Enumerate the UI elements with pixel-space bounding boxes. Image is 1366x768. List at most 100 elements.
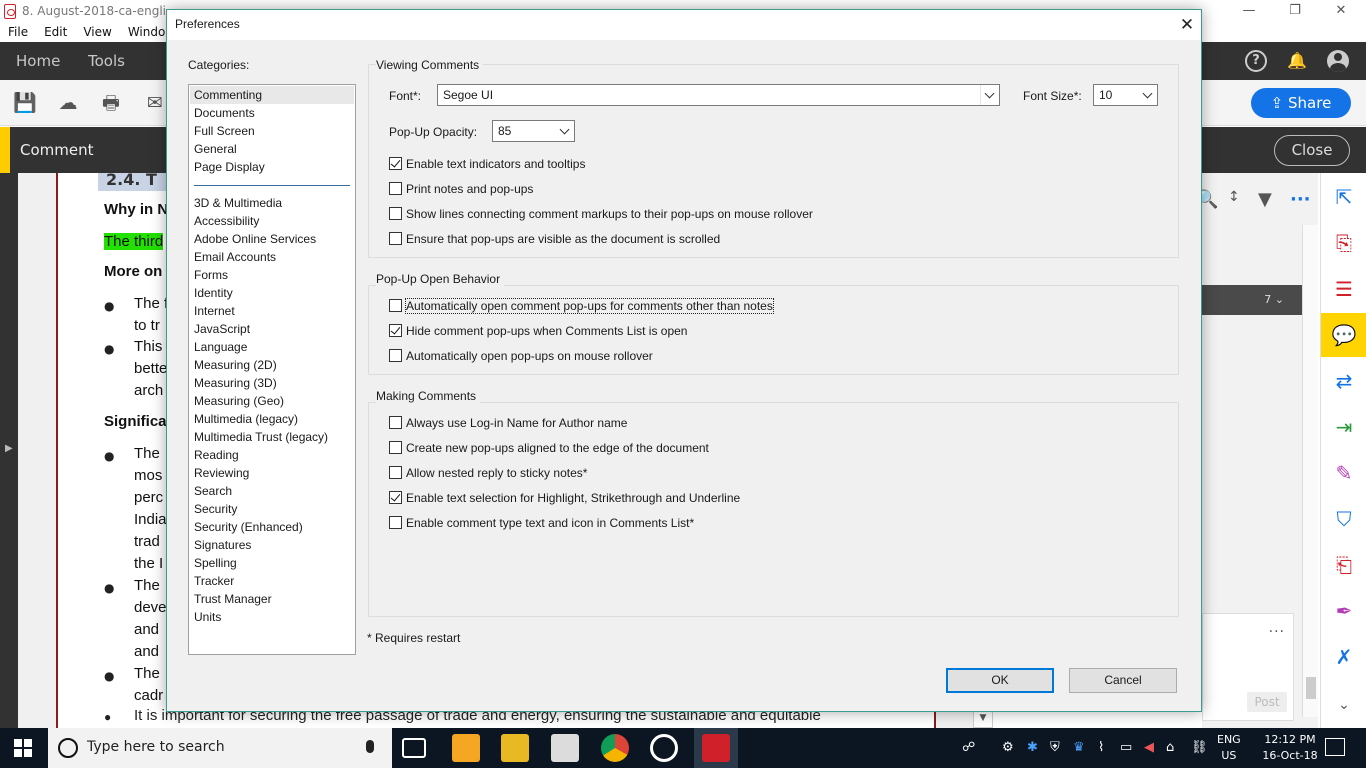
tray-app-icon[interactable]: ⛓ [1191, 740, 1208, 755]
reply-options-icon[interactable]: ··· [1269, 624, 1285, 640]
certificates-icon[interactable]: ✗ [1321, 635, 1366, 679]
category-item[interactable]: Accessibility [190, 212, 354, 230]
send-for-comments-icon[interactable]: ⇄ [1321, 359, 1366, 403]
restore-button[interactable]: ❐ [1272, 0, 1318, 22]
people-icon[interactable]: ☍ [962, 740, 975, 755]
category-item[interactable]: Language [190, 338, 354, 356]
checkbox-unchecked[interactable] [389, 516, 402, 529]
more-options-icon[interactable]: ··· [1290, 189, 1311, 210]
expand-left-pane-icon[interactable]: ▶ [5, 443, 13, 454]
tray-app-icon[interactable]: ⚙ [1002, 740, 1014, 755]
font-size-select[interactable]: 10 [1093, 84, 1158, 106]
category-item[interactable]: Trust Manager [190, 590, 354, 608]
category-item[interactable]: Full Screen [190, 122, 354, 140]
categories-list[interactable]: Commenting Documents Full Screen General Pag… [188, 84, 356, 655]
category-item[interactable]: Commenting [190, 86, 354, 104]
notifications-bell-icon[interactable]: 🔔 [1286, 50, 1308, 72]
font-select[interactable]: Segoe UI [437, 84, 1000, 106]
checkbox-unchecked[interactable] [389, 349, 402, 362]
checkbox-unchecked[interactable] [389, 416, 402, 429]
action-center-icon[interactable] [1325, 738, 1345, 756]
checkbox-unchecked[interactable] [389, 232, 402, 245]
category-item[interactable]: Adobe Online Services [190, 230, 354, 248]
save-icon[interactable]: 💾 [13, 91, 37, 115]
microphone-icon[interactable] [366, 740, 374, 753]
upload-cloud-icon[interactable]: ☁ [56, 91, 80, 115]
chrome-icon[interactable] [601, 734, 629, 762]
category-item[interactable]: Internet [190, 302, 354, 320]
export-pdf-icon[interactable]: ⇱ [1321, 175, 1366, 219]
category-item[interactable]: Email Accounts [190, 248, 354, 266]
taskbar-search-box[interactable]: Type here to search [48, 728, 392, 768]
tray-app-icon[interactable]: ⛨ [1050, 740, 1060, 755]
category-item[interactable]: Units [190, 608, 354, 626]
wifi-icon[interactable]: ⌇ [1098, 740, 1104, 755]
category-item[interactable]: Measuring (2D) [190, 356, 354, 374]
category-item[interactable]: Security [190, 500, 354, 518]
category-item[interactable]: Security (Enhanced) [190, 518, 354, 536]
checkbox-checked[interactable] [389, 157, 402, 170]
category-item[interactable]: Page Display [190, 158, 354, 176]
category-item[interactable]: Signatures [190, 536, 354, 554]
checkbox-checked[interactable] [389, 324, 402, 337]
category-item[interactable]: Search [190, 482, 354, 500]
cancel-button[interactable]: Cancel [1069, 668, 1177, 693]
page-filter-dropdown[interactable]: 7 ⌄ [1202, 285, 1302, 315]
category-item[interactable]: Multimedia Trust (legacy) [190, 428, 354, 446]
checkbox-unchecked[interactable] [389, 299, 402, 312]
category-item[interactable]: JavaScript [190, 320, 354, 338]
tab-home[interactable]: Home [16, 42, 60, 80]
user-avatar-icon[interactable] [1327, 50, 1349, 72]
media-player-icon[interactable] [452, 734, 480, 762]
category-item[interactable]: Reviewing [190, 464, 354, 482]
checkbox-unchecked[interactable] [389, 466, 402, 479]
category-item[interactable]: Identity [190, 284, 354, 302]
fill-sign-icon[interactable]: ✎ [1321, 451, 1366, 495]
print-icon[interactable]: 🖶 [99, 91, 123, 115]
filter-icon[interactable]: ▼ [1258, 189, 1272, 210]
comment-tool-icon[interactable]: 💬 [1321, 313, 1366, 357]
popup-opacity-select[interactable]: 85 [492, 120, 575, 142]
category-item[interactable]: General [190, 140, 354, 158]
compress-pdf-icon[interactable]: ⎗ [1321, 543, 1366, 587]
help-icon[interactable]: ? [1245, 50, 1267, 72]
organize-pages-icon[interactable]: ☰ [1321, 267, 1366, 311]
category-item[interactable]: Reading [190, 446, 354, 464]
protect-icon[interactable]: ⛉ [1321, 497, 1366, 541]
comments-scrollbar[interactable] [1302, 225, 1318, 717]
volume-icon[interactable]: ◀ [1144, 740, 1154, 755]
checkbox-unchecked[interactable] [389, 207, 402, 220]
file-explorer-icon[interactable] [501, 734, 529, 762]
post-button[interactable]: Post [1247, 692, 1287, 712]
create-pdf-icon[interactable]: ⎘ [1321, 221, 1366, 265]
category-item[interactable]: 3D & Multimedia [190, 194, 354, 212]
taskbar-clock[interactable]: 12:12 PM 16-Oct-18 [1262, 732, 1318, 764]
minimize-button[interactable]: — [1226, 0, 1272, 22]
tab-tools[interactable]: Tools [88, 42, 125, 80]
window-close-button[interactable]: ✕ [1318, 0, 1364, 22]
category-item[interactable]: Measuring (3D) [190, 374, 354, 392]
tray-app-icon[interactable]: ♛ [1073, 740, 1085, 755]
mail-icon[interactable] [551, 734, 579, 762]
bluetooth-icon[interactable]: ✱ [1027, 740, 1038, 755]
settings-app-icon[interactable] [650, 734, 678, 762]
dialog-close-icon[interactable]: ✕ [1175, 14, 1199, 36]
sort-icon[interactable]: ↕ [1228, 189, 1240, 205]
checkbox-unchecked[interactable] [389, 441, 402, 454]
network-icon[interactable]: ⌂ [1166, 740, 1174, 755]
export-icon[interactable]: ⇥ [1321, 405, 1366, 449]
category-item[interactable]: Tracker [190, 572, 354, 590]
category-item[interactable]: Multimedia (legacy) [190, 410, 354, 428]
email-icon[interactable]: ✉ [143, 91, 167, 115]
category-item[interactable]: Forms [190, 266, 354, 284]
task-view-icon[interactable] [402, 738, 426, 758]
share-button[interactable]: ⇪ Share [1251, 88, 1351, 118]
sign-icon[interactable]: ✒ [1321, 589, 1366, 633]
reply-box[interactable]: ··· Post [1202, 613, 1294, 721]
checkbox-checked[interactable] [389, 491, 402, 504]
menu-view[interactable]: View [75, 24, 119, 42]
battery-icon[interactable]: ▭ [1120, 740, 1132, 755]
ok-button[interactable]: OK [946, 668, 1054, 693]
category-item[interactable]: Measuring (Geo) [190, 392, 354, 410]
windows-start-icon[interactable] [14, 739, 32, 757]
